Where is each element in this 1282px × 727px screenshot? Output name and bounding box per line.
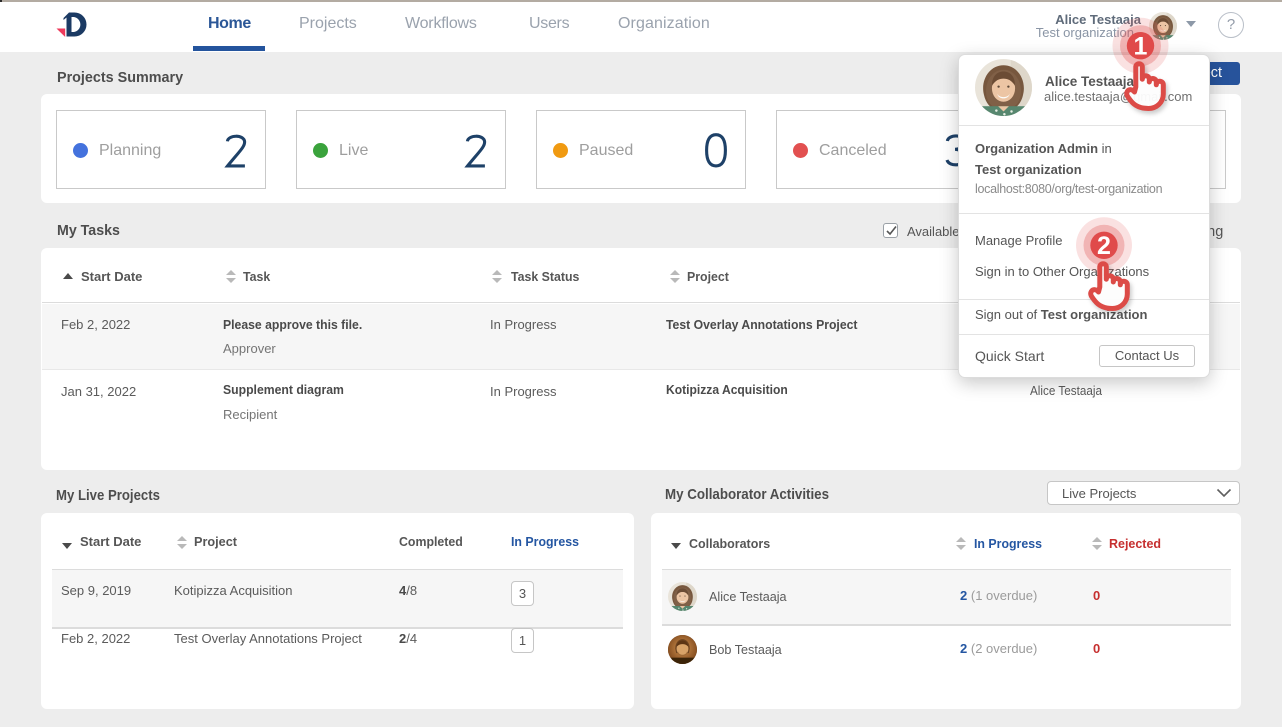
svg-text:1: 1 [1134, 33, 1148, 61]
svg-text:2: 2 [1097, 232, 1111, 260]
